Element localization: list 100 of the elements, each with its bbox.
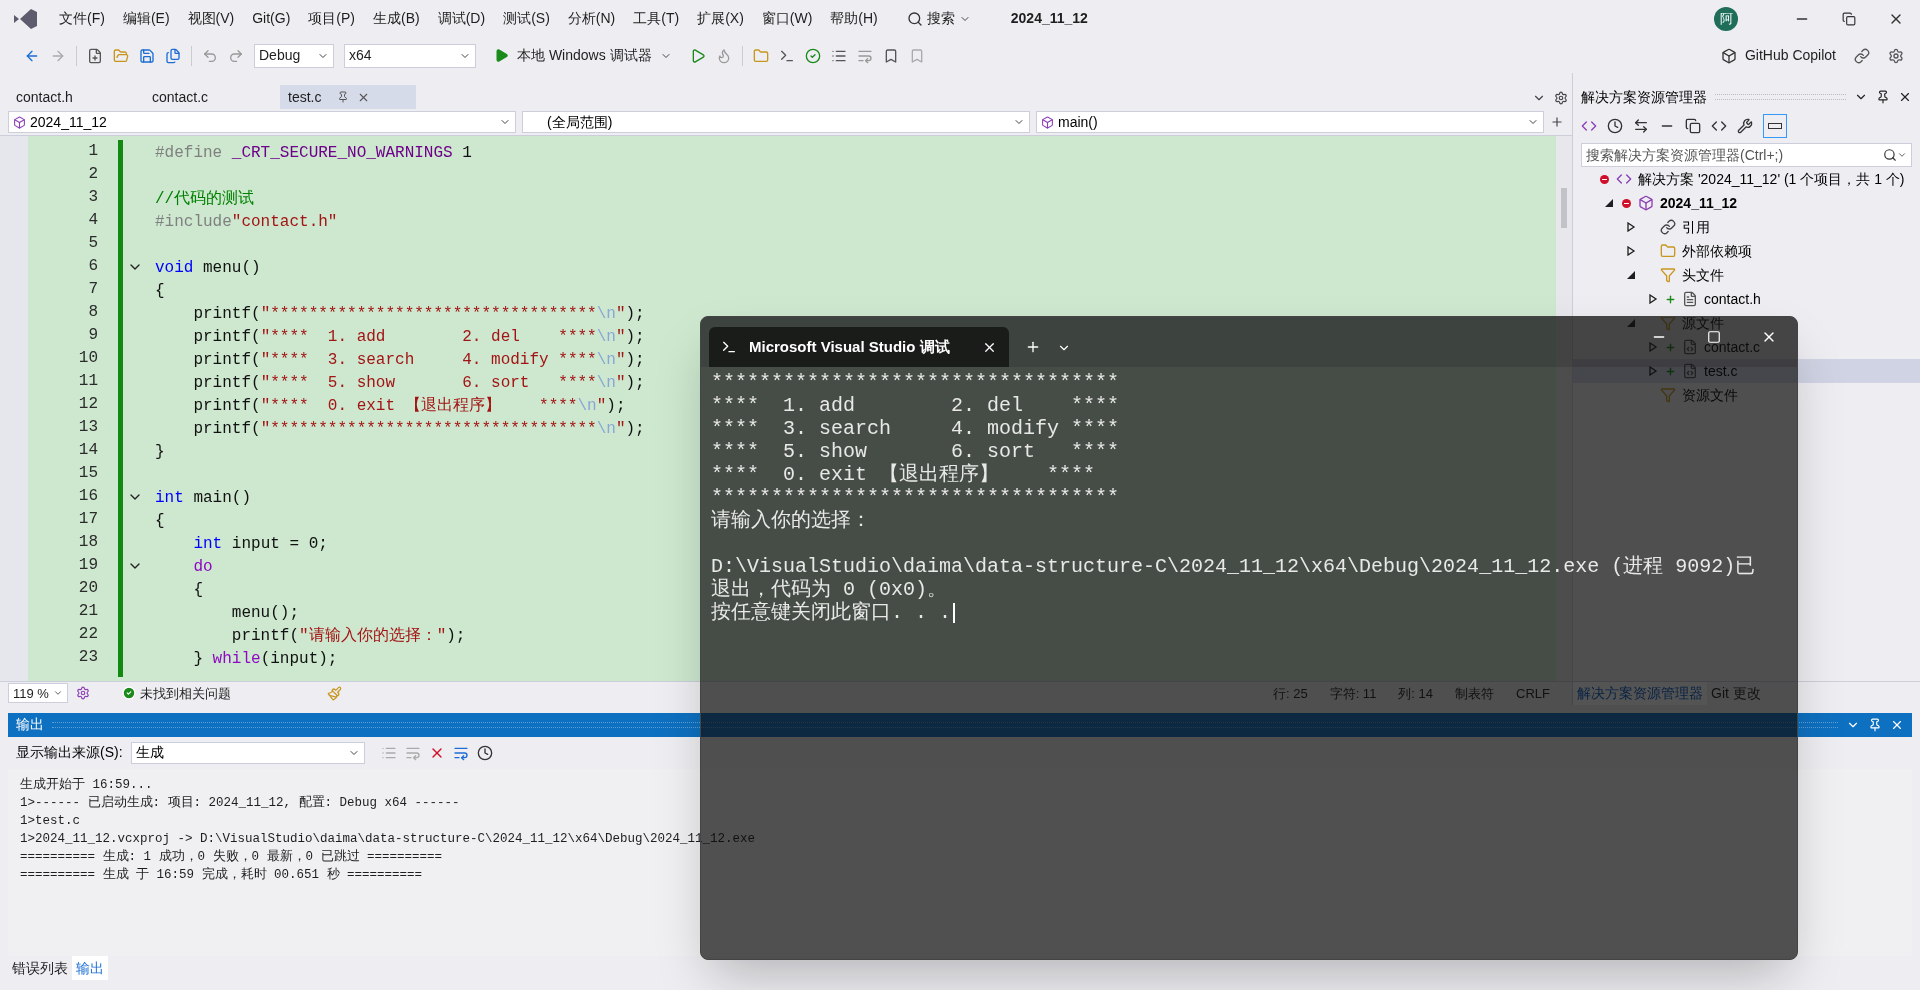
user-avatar[interactable]: 阿 bbox=[1714, 6, 1738, 31]
external-folder-icon bbox=[1660, 243, 1676, 260]
line-number: 3 bbox=[87, 187, 98, 209]
save-icon[interactable] bbox=[139, 47, 155, 64]
issues-status[interactable]: 未找到相关问题 bbox=[140, 683, 231, 704]
code-line: #include"contact.h" bbox=[155, 213, 338, 232]
pin-icon[interactable] bbox=[1868, 718, 1882, 732]
code-line: int input = 0; bbox=[192, 535, 328, 554]
excluded-icon bbox=[1600, 175, 1609, 184]
line-number: 17 bbox=[77, 509, 98, 531]
collapsed-arrow-icon[interactable] bbox=[1626, 222, 1636, 233]
expanded-arrow-icon[interactable] bbox=[1604, 198, 1614, 209]
document-tab[interactable]: contact.c bbox=[144, 85, 280, 110]
terminal-icon bbox=[721, 339, 737, 355]
project-select[interactable]: 2024_11_12 bbox=[8, 111, 516, 134]
restore-icon[interactable] bbox=[1842, 11, 1856, 26]
project-icon bbox=[1638, 195, 1654, 212]
tree-item[interactable]: 2024_11_12 bbox=[1573, 191, 1920, 216]
platform-select[interactable]: x64 bbox=[344, 43, 476, 68]
code-line: void menu() bbox=[155, 259, 261, 278]
line-number: 11 bbox=[77, 371, 98, 393]
word-wrap-icon[interactable] bbox=[452, 745, 469, 761]
menu-item[interactable]: 文件(F) bbox=[50, 4, 114, 34]
source-select[interactable]: 生成 bbox=[130, 742, 365, 764]
source-label: 显示输出来源(S): bbox=[16, 743, 123, 763]
share-icon[interactable] bbox=[1854, 47, 1870, 64]
output-line: 1>test.c bbox=[20, 814, 80, 828]
menu-item[interactable]: 分析(N) bbox=[558, 4, 625, 34]
code-line: int main() bbox=[155, 489, 252, 508]
menu-item[interactable]: 项目(P) bbox=[299, 4, 364, 34]
code-line: printf("**** 1. add 2. del ****\n"); bbox=[192, 328, 645, 347]
tree-item[interactable]: 头文件 bbox=[1573, 263, 1920, 288]
wrench-icon[interactable] bbox=[1737, 118, 1753, 135]
run-debugger-button[interactable]: 本地 Windows 调试器 bbox=[486, 42, 680, 69]
menu-item[interactable]: 帮助(H) bbox=[821, 4, 887, 34]
expanded-arrow-icon[interactable] bbox=[1626, 270, 1636, 281]
tree-item-label: contact.c bbox=[1704, 338, 1761, 357]
tree-item[interactable]: contact.h bbox=[1573, 287, 1920, 312]
clock-icon[interactable] bbox=[476, 745, 493, 761]
tree-item[interactable]: 外部依赖项 bbox=[1573, 239, 1920, 264]
member-select[interactable]: main() bbox=[1036, 111, 1544, 134]
line-number: 22 bbox=[77, 624, 98, 646]
menu-item[interactable]: 视图(V) bbox=[178, 4, 244, 34]
new-file-icon[interactable] bbox=[87, 47, 103, 64]
menu-item[interactable]: 调试(D) bbox=[428, 4, 495, 34]
menu-item[interactable]: 工具(T) bbox=[624, 4, 689, 34]
search-field[interactable]: 搜索解决方案资源管理器(Ctrl+;) bbox=[1581, 143, 1912, 168]
code-line: printf("**** 3. search 4. modify ****\n"); bbox=[192, 351, 645, 370]
pin-icon[interactable] bbox=[1876, 90, 1890, 105]
search-button[interactable]: 搜索 bbox=[898, 4, 979, 34]
console-line: ********************************** bbox=[711, 371, 1120, 394]
line-number: 2 bbox=[87, 164, 98, 186]
line-number: 1 bbox=[87, 141, 98, 163]
settings-icon[interactable] bbox=[1888, 47, 1904, 64]
line-number: 16 bbox=[77, 486, 98, 508]
menu-item[interactable]: 编辑(E) bbox=[113, 4, 179, 34]
menu-item[interactable]: Git(G) bbox=[243, 4, 300, 34]
app-logo-icon bbox=[12, 7, 38, 30]
menu-item[interactable]: 生成(B) bbox=[364, 4, 429, 34]
maximize-icon[interactable] bbox=[1707, 330, 1721, 344]
menu-item[interactable]: 窗口(W) bbox=[752, 4, 822, 34]
menu-item[interactable]: 测试(S) bbox=[494, 4, 559, 34]
line-number: 8 bbox=[87, 302, 98, 324]
document-tab[interactable]: test.c bbox=[280, 85, 416, 110]
line-number: 9 bbox=[87, 325, 98, 347]
tree-item[interactable]: 解决方案 '2024_11_12' (1 个项目，共 1 个) bbox=[1573, 167, 1920, 192]
tree-item-label: 头文件 bbox=[1682, 266, 1724, 285]
menu-item[interactable]: 扩展(X) bbox=[688, 4, 753, 34]
copy-icon[interactable] bbox=[1685, 118, 1701, 135]
save-all-icon[interactable] bbox=[165, 47, 181, 64]
code-line: { bbox=[155, 282, 165, 301]
document-tab[interactable]: contact.h bbox=[8, 85, 144, 110]
console-tab[interactable]: Microsoft Visual Studio 调试 bbox=[709, 327, 1009, 367]
clock-icon[interactable] bbox=[1607, 118, 1623, 135]
sync-icon[interactable] bbox=[1633, 118, 1649, 135]
split-icon[interactable] bbox=[1550, 115, 1564, 130]
new-tab-icon[interactable] bbox=[1025, 339, 1041, 355]
panel-tab[interactable]: 输出 bbox=[72, 956, 108, 981]
collapsed-arrow-icon[interactable] bbox=[1626, 246, 1636, 257]
code-line: { bbox=[155, 512, 165, 531]
panel-tab[interactable]: 错误列表 bbox=[8, 956, 72, 981]
zoom-select[interactable]: 119 % bbox=[8, 683, 68, 704]
console-line: **** 5. show 6. sort **** bbox=[711, 440, 1120, 463]
tree-item[interactable]: 引用 bbox=[1573, 215, 1920, 240]
settings-icon[interactable] bbox=[1554, 91, 1568, 106]
tree-item-label: test.c bbox=[1704, 362, 1738, 381]
search-icon bbox=[1883, 148, 1897, 163]
spell-check-icon[interactable] bbox=[804, 47, 821, 64]
preview-toggle[interactable] bbox=[1763, 114, 1787, 139]
header-file-icon bbox=[1682, 291, 1698, 308]
scope-select[interactable]: (全局范围) bbox=[522, 111, 1030, 134]
gear-icon[interactable] bbox=[76, 686, 90, 701]
scrollbar-thumb[interactable] bbox=[1561, 188, 1567, 229]
configuration-select[interactable]: Debug bbox=[254, 43, 334, 68]
project-icon bbox=[13, 116, 26, 129]
code-line: { bbox=[192, 581, 203, 600]
copilot-button[interactable]: GitHub Copilot bbox=[1712, 45, 1844, 67]
cube-icon bbox=[1041, 116, 1054, 129]
collapsed-arrow-icon[interactable] bbox=[1648, 294, 1658, 305]
output-line: 1>------ 已启动生成: 项目: 2024_11_12, 配置: Debug x64 ------ bbox=[20, 796, 460, 810]
